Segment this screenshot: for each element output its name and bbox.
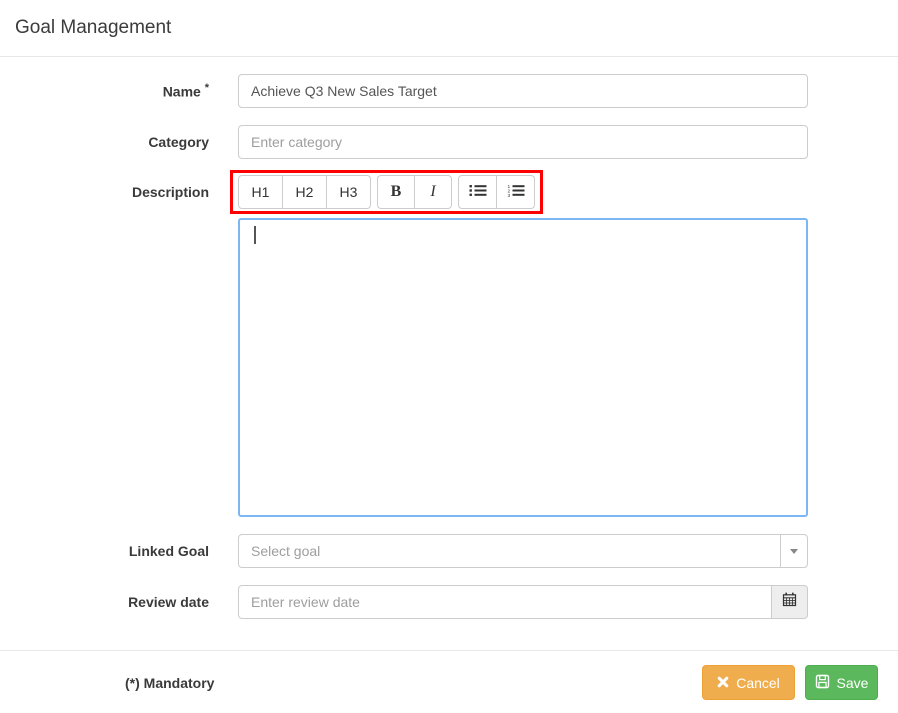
- description-editor[interactable]: [238, 218, 808, 517]
- review-date-label: Review date: [128, 594, 209, 610]
- linked-goal-placeholder: Select goal: [251, 543, 321, 559]
- required-marker: *: [204, 82, 209, 95]
- goal-form: Name * Category Description H1 H2 H3 B I: [0, 57, 898, 619]
- review-date-input[interactable]: [238, 585, 772, 619]
- footer: (*) Mandatory Cancel Save: [0, 651, 898, 700]
- h1-button[interactable]: H1: [238, 175, 283, 209]
- mandatory-note: (*) Mandatory: [125, 674, 215, 691]
- svg-text:3: 3: [507, 193, 510, 197]
- unordered-list-button[interactable]: [458, 175, 497, 209]
- text-caret: [254, 226, 256, 244]
- floppy-disk-icon: [815, 674, 830, 692]
- list-button-group: 1 2 3: [458, 175, 535, 209]
- ordered-list-button[interactable]: 1 2 3: [496, 175, 535, 209]
- bold-button[interactable]: B: [377, 175, 415, 209]
- action-buttons: Cancel Save: [702, 665, 878, 700]
- italic-button[interactable]: I: [414, 175, 452, 209]
- page-title: Goal Management: [15, 17, 172, 38]
- cancel-button-label: Cancel: [736, 674, 780, 691]
- h3-button[interactable]: H3: [326, 175, 371, 209]
- calendar-addon-button[interactable]: [772, 585, 808, 619]
- review-date-row: Review date: [0, 585, 898, 619]
- description-label: Description: [131, 184, 209, 200]
- cancel-button[interactable]: Cancel: [702, 665, 795, 700]
- category-row: Category: [0, 125, 898, 159]
- name-row: Name *: [0, 74, 898, 108]
- style-button-group: B I: [377, 175, 452, 209]
- description-toolbar-row: Description H1 H2 H3 B I 1 2 3: [0, 170, 898, 214]
- linked-goal-label: Linked Goal: [128, 543, 209, 559]
- category-label: Category: [148, 134, 209, 150]
- h2-button[interactable]: H2: [282, 175, 327, 209]
- name-label: Name *: [162, 82, 209, 100]
- toolbar-highlight-box: H1 H2 H3 B I 1 2 3: [230, 170, 543, 214]
- caret-down-icon: [780, 535, 807, 567]
- page-header: Goal Management: [0, 0, 898, 57]
- calendar-icon: [782, 592, 797, 612]
- name-input[interactable]: [238, 74, 808, 108]
- linked-goal-select[interactable]: Select goal: [238, 534, 808, 568]
- list-ol-icon: 1 2 3: [507, 184, 525, 200]
- description-editor-wrap: [0, 218, 898, 517]
- heading-button-group: H1 H2 H3: [238, 175, 371, 209]
- linked-goal-row: Linked Goal Select goal: [0, 534, 898, 568]
- save-button-label: Save: [836, 674, 869, 691]
- list-ul-icon: [469, 184, 487, 200]
- x-icon: [717, 675, 729, 691]
- category-input[interactable]: [238, 125, 808, 159]
- save-button[interactable]: Save: [805, 665, 878, 700]
